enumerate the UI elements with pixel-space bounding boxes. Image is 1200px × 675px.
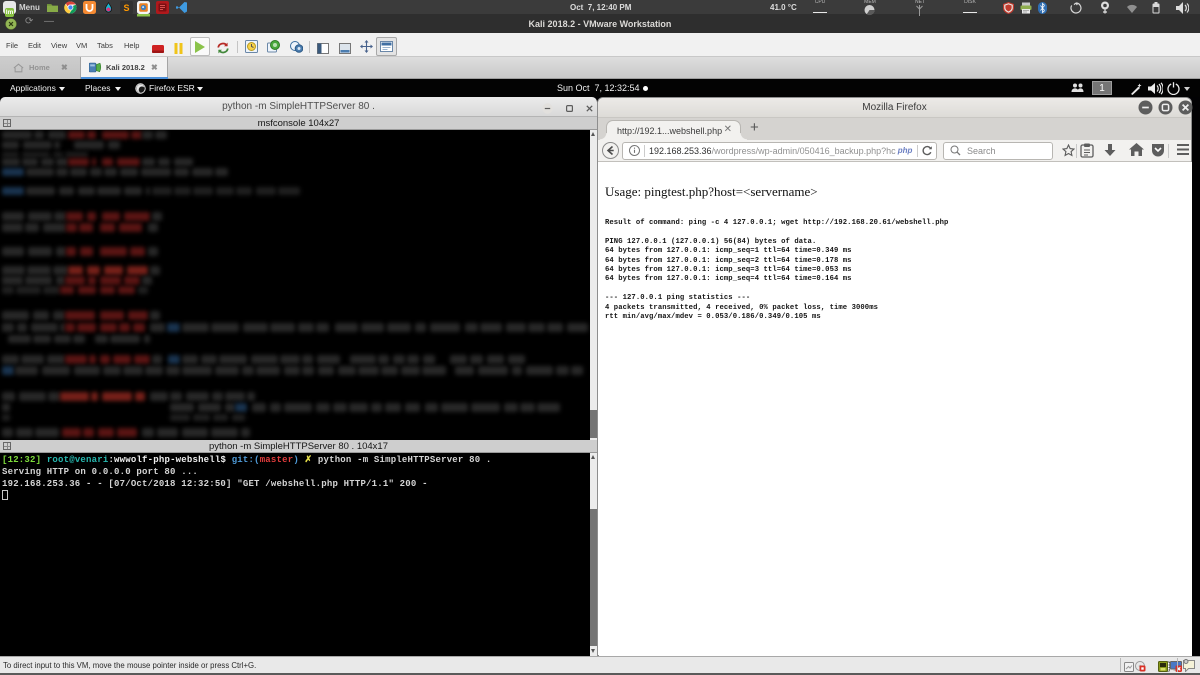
svg-text:S: S xyxy=(123,3,129,13)
